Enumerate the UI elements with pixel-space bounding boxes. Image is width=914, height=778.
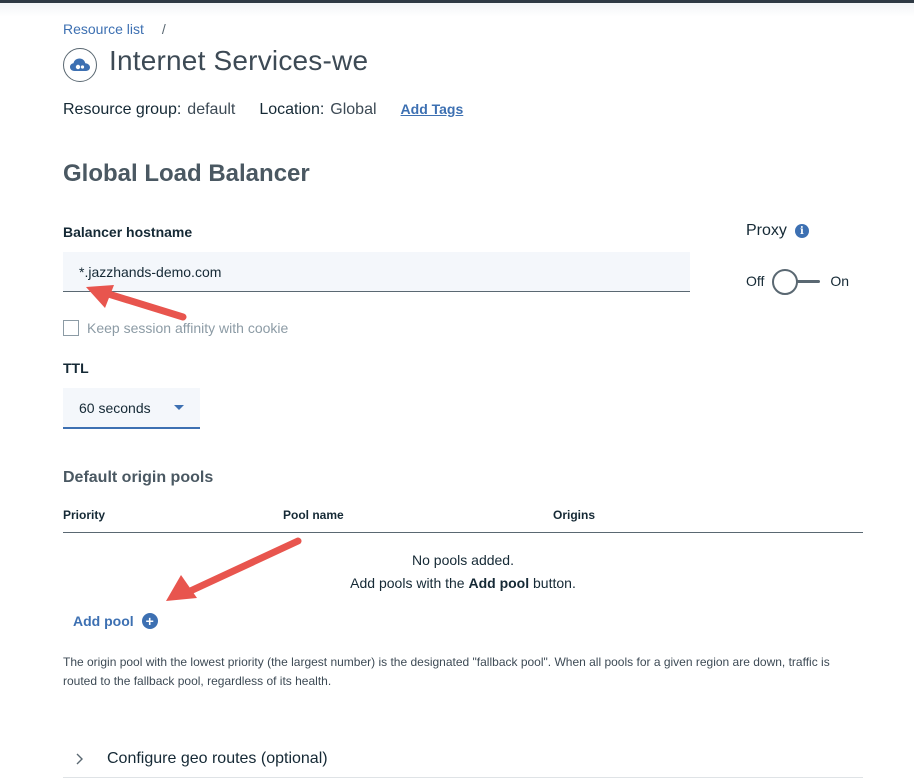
chevron-right-icon — [76, 753, 83, 764]
column-header-priority: Priority — [63, 508, 106, 522]
proxy-on-label: On — [830, 273, 850, 289]
top-bar-shadow — [0, 3, 914, 17]
ttl-select[interactable]: 60 seconds — [63, 388, 200, 429]
empty-hint-prefix: Add pools with the — [350, 575, 469, 591]
annotation-arrow-icon — [166, 537, 302, 601]
breadcrumb-resource-list-link[interactable]: Resource list — [63, 21, 144, 37]
proxy-toggle[interactable] — [772, 269, 822, 295]
origin-pools-title: Default origin pools — [63, 469, 214, 486]
resource-group-value: default — [187, 101, 236, 118]
column-header-pool-name: Pool name — [283, 508, 344, 522]
empty-hint-bold: Add pool — [468, 575, 530, 591]
resource-meta: Resource group: default Location: Global… — [63, 101, 463, 119]
proxy-label-row: Proxy i — [746, 222, 809, 240]
geo-routes-label: Configure geo routes (optional) — [107, 749, 328, 767]
fallback-pool-helper-text: The origin pool with the lowest priority… — [63, 655, 830, 688]
section-title: Global Load Balancer — [63, 160, 310, 187]
hostname-label: Balancer hostname — [63, 224, 193, 240]
resource-group-label: Resource group: — [63, 101, 182, 118]
annotation-arrow-icon — [86, 285, 187, 321]
empty-hint-suffix: button. — [529, 575, 576, 591]
geo-routes-accordion[interactable]: Configure geo routes (optional) — [63, 740, 863, 778]
proxy-off-label: Off — [746, 273, 765, 289]
proxy-label: Proxy — [746, 222, 787, 239]
add-pool-label: Add pool — [73, 613, 134, 629]
location-value: Global — [330, 101, 377, 118]
cloud-icon — [63, 48, 97, 82]
breadcrumb: Resource list / — [63, 21, 166, 37]
proxy-toggle-row: Off On — [746, 269, 850, 295]
breadcrumb-separator: / — [161, 21, 166, 37]
caret-down-icon — [174, 405, 184, 410]
toggle-knob — [772, 269, 799, 295]
location-label: Location: — [259, 101, 325, 118]
ttl-label: TTL — [63, 360, 89, 376]
column-header-origins: Origins — [553, 508, 596, 522]
page-title: Internet Services-we — [109, 45, 369, 76]
add-tags-link[interactable]: Add Tags — [401, 101, 464, 117]
info-icon[interactable]: i — [794, 224, 809, 238]
session-affinity-checkbox[interactable] — [63, 320, 79, 336]
add-circle-icon: + — [141, 613, 158, 629]
add-pool-button[interactable]: Add pool + — [73, 613, 158, 629]
table-header-divider — [63, 532, 863, 533]
ttl-selected-value: 60 seconds — [79, 399, 151, 416]
